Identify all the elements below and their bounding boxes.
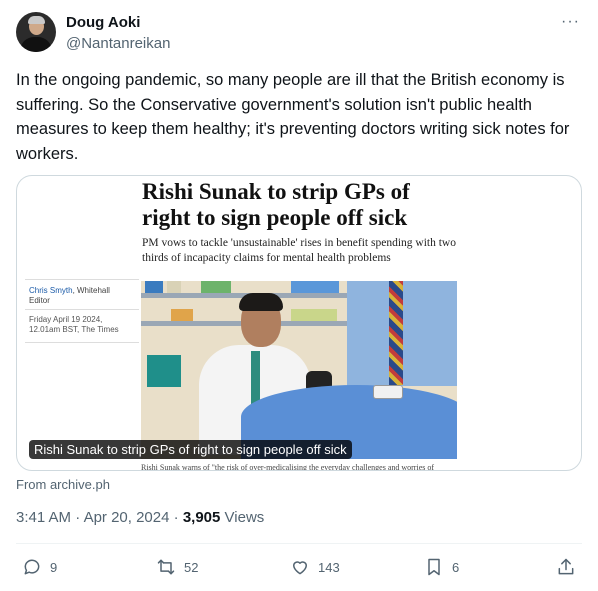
action-bar: 9 52 143 6 (0, 553, 598, 581)
views-label: Views (224, 509, 265, 526)
meta-separator: · (169, 509, 183, 526)
byline-divider (25, 279, 139, 280)
photo-shelf-box (167, 281, 181, 293)
link-card[interactable]: Rishi Sunak to strip GPs of right to sig… (16, 175, 582, 471)
author-handle[interactable]: @Nantanreikan (66, 35, 170, 52)
photo-shelf-box (145, 281, 163, 293)
like-count: 143 (318, 559, 340, 575)
avatar-hair (28, 16, 45, 24)
card-date-line2: 12.01am BST, The Times (29, 325, 119, 334)
card-author: Chris Smyth, Whitehall Editor (29, 286, 139, 306)
tweet-text: In the ongoing pandemic, so many people … (16, 71, 570, 163)
card-source-link[interactable]: From archive.ph (16, 477, 110, 492)
repost-icon (157, 559, 175, 575)
photo-basket (147, 355, 181, 387)
article-photo (141, 281, 457, 459)
tweet-date[interactable]: Apr 20, 2024 (84, 509, 170, 526)
divider (16, 543, 582, 544)
card-body-snippet: Rishi Sunak warns of "the risk of over-m… (141, 463, 435, 471)
byline-divider (25, 342, 139, 343)
reply-icon (24, 559, 40, 575)
avatar-shirt (20, 37, 52, 52)
reply-count: 9 (50, 559, 58, 575)
photo-person-hair (239, 293, 283, 311)
bookmark-count: 6 (452, 559, 460, 575)
avatar[interactable] (16, 12, 56, 52)
tweet-meta: 3:41 AM · Apr 20, 2024 · 3,905 Views (16, 509, 264, 526)
photo-shelf-box (201, 281, 231, 293)
photo-doctor-tie (389, 281, 403, 385)
card-date-line1: Friday April 19 2024, (29, 315, 103, 324)
repost-count: 52 (184, 559, 199, 575)
share-icon (558, 558, 574, 575)
tweet-time[interactable]: 3:41 AM (16, 509, 71, 526)
views-count: 3,905 (182, 509, 221, 526)
photo-shelf-box (291, 281, 339, 293)
reply-button[interactable]: 9 (22, 553, 57, 581)
card-headline: Rishi Sunak to strip GPs of right to sig… (142, 179, 410, 230)
photo-monitor-device (373, 385, 403, 399)
bookmark-icon (428, 558, 440, 576)
like-button[interactable]: 143 (290, 553, 340, 581)
photo-person-tie (251, 351, 260, 406)
card-dateline: Friday April 19 2024, 12.01am BST, The T… (29, 315, 139, 335)
photo-shelf-box (291, 309, 337, 321)
share-button[interactable] (556, 553, 584, 581)
card-author-name: Chris Smyth (29, 286, 73, 295)
photo-shelf-box (171, 309, 193, 321)
card-caption: Rishi Sunak to strip GPs of right to sig… (29, 440, 352, 459)
card-subhead: PM vows to tackle 'unsustainable' rises … (142, 237, 456, 264)
heart-icon (293, 561, 307, 575)
repost-button[interactable]: 52 (156, 553, 198, 581)
more-options-icon[interactable]: ··· (561, 13, 580, 31)
bookmark-button[interactable]: 6 (424, 553, 459, 581)
author-display-name[interactable]: Doug Aoki (66, 14, 140, 31)
meta-separator: · (71, 509, 84, 526)
card-author-role: , Whitehall (72, 286, 110, 295)
byline-divider (25, 309, 139, 310)
card-author-role-line2: Editor (29, 296, 50, 305)
